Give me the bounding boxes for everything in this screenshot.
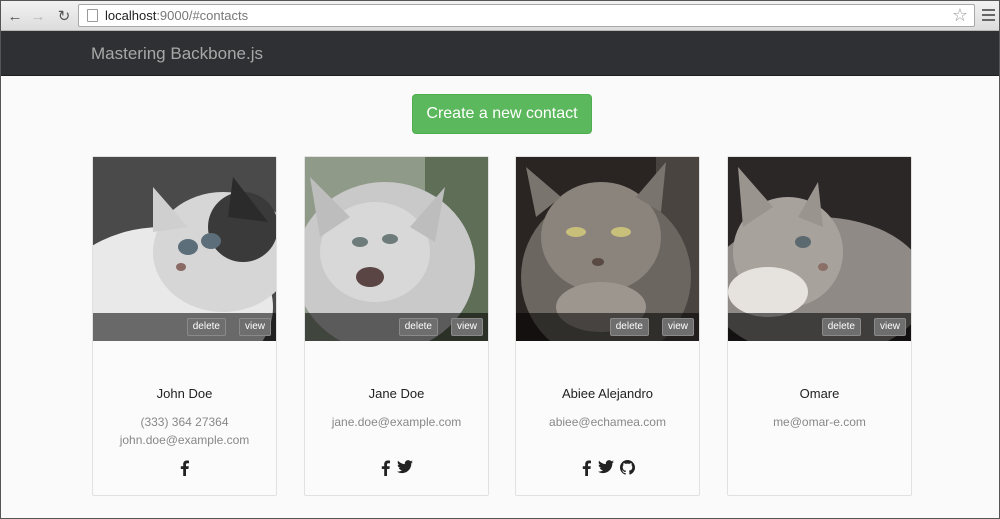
contact-photo: delete view bbox=[305, 157, 488, 341]
twitter-icon[interactable] bbox=[397, 460, 413, 474]
view-button[interactable]: view bbox=[450, 318, 483, 336]
photo-action-bar: delete view bbox=[728, 313, 911, 341]
delete-button[interactable]: delete bbox=[398, 318, 438, 336]
url-path: :9000/#contacts bbox=[156, 8, 249, 23]
photo-action-bar: delete view bbox=[516, 313, 699, 341]
url-text[interactable]: localhost:9000/#contacts bbox=[105, 8, 248, 23]
delete-button[interactable]: delete bbox=[609, 318, 649, 336]
contact-name: Abiee Alejandro bbox=[561, 386, 654, 401]
facebook-icon[interactable] bbox=[179, 460, 190, 476]
view-button[interactable]: view bbox=[238, 318, 271, 336]
social-links bbox=[516, 460, 699, 476]
browser-toolbar: ← → ↻ localhost:9000/#contacts ☆ bbox=[1, 1, 999, 31]
bookmark-star-icon[interactable]: ☆ bbox=[952, 5, 968, 26]
browser-window: ← → ↻ localhost:9000/#contacts ☆ Masteri… bbox=[0, 0, 1000, 519]
contact-email: me@omar-e.com bbox=[773, 415, 866, 429]
contact-email: jane.doe@example.com bbox=[331, 415, 462, 429]
address-bar[interactable]: localhost:9000/#contacts ☆ bbox=[78, 4, 975, 27]
create-contact-button[interactable]: Create a new contact bbox=[412, 94, 592, 134]
contact-card: delete view John Doe (333) 364 27364 joh… bbox=[92, 156, 277, 496]
reload-icon[interactable]: ↻ bbox=[55, 7, 73, 25]
contact-photo: delete view bbox=[516, 157, 699, 341]
contact-name: Omare bbox=[799, 386, 840, 401]
social-links bbox=[305, 460, 488, 476]
facebook-icon[interactable] bbox=[380, 460, 391, 476]
delete-button[interactable]: delete bbox=[186, 318, 226, 336]
contact-name: Jane Doe bbox=[368, 386, 425, 401]
view-button[interactable]: view bbox=[661, 318, 694, 336]
social-links bbox=[93, 460, 276, 476]
contact-card: delete view Abiee Alejandro abiee@echame… bbox=[515, 156, 700, 496]
contact-photo: delete view bbox=[728, 157, 911, 341]
contact-card: delete view Omare me@omar-e.com bbox=[727, 156, 912, 496]
facebook-icon[interactable] bbox=[581, 460, 592, 476]
app-navbar: Mastering Backbone.js bbox=[1, 31, 999, 76]
contact-phone: (333) 364 27364 bbox=[140, 415, 229, 429]
contact-email: john.doe@example.com bbox=[119, 433, 250, 447]
contact-email: abiee@echamea.com bbox=[549, 415, 666, 429]
page-icon bbox=[87, 9, 98, 22]
contact-card: delete view Jane Doe jane.doe@example.co… bbox=[304, 156, 489, 496]
view-button[interactable]: view bbox=[873, 318, 906, 336]
forward-arrow-icon[interactable]: → bbox=[29, 7, 47, 25]
back-arrow-icon[interactable]: ← bbox=[6, 7, 24, 25]
github-icon[interactable] bbox=[619, 460, 635, 475]
photo-action-bar: delete view bbox=[305, 313, 488, 341]
url-host: localhost bbox=[105, 8, 157, 23]
delete-button[interactable]: delete bbox=[821, 318, 861, 336]
contact-name: John Doe bbox=[156, 386, 213, 401]
contact-photo: delete view bbox=[93, 157, 276, 341]
browser-menu-icon[interactable] bbox=[982, 9, 995, 21]
photo-action-bar: delete view bbox=[93, 313, 276, 341]
twitter-icon[interactable] bbox=[597, 460, 614, 474]
brand-title[interactable]: Mastering Backbone.js bbox=[91, 44, 263, 64]
